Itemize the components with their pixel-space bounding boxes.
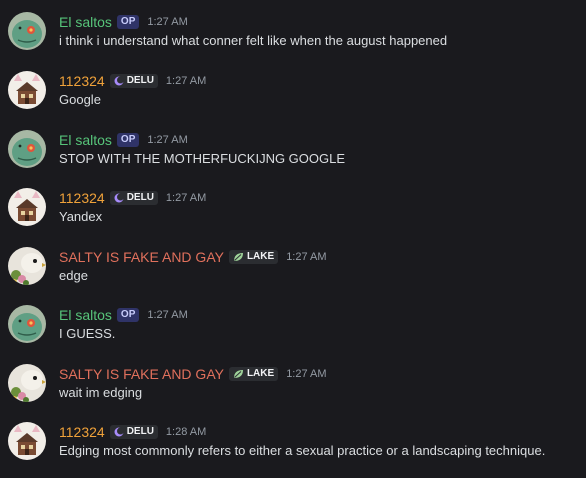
bird-flowers-avatar-icon: [8, 247, 46, 285]
guild-tag[interactable]: LAKE: [228, 367, 279, 381]
dino-avatar-icon: [8, 12, 46, 50]
username[interactable]: El saltos: [59, 132, 112, 148]
guild-tag[interactable]: DELU: [109, 425, 158, 439]
guild-tag-label: DELU: [126, 426, 154, 437]
avatar-salty[interactable]: [8, 364, 46, 402]
message-content: Yandex: [59, 209, 103, 224]
op-badge: OP: [116, 133, 140, 147]
bird-flowers-avatar-icon: [8, 364, 46, 402]
username[interactable]: SALTY IS FAKE AND GAY: [59, 249, 224, 265]
username[interactable]: 112324: [59, 190, 105, 206]
username[interactable]: 112324: [59, 73, 105, 89]
message: El saltos OP 1:27 AM i think i understan…: [0, 12, 586, 70]
username[interactable]: El saltos: [59, 307, 112, 323]
message-content: edge: [59, 268, 88, 283]
message-content: STOP WITH THE MOTHERFUCKIJNG GOOGLE: [59, 151, 346, 166]
message: El saltos OP 1:27 AM I GUESS.: [0, 305, 586, 363]
guild-tag[interactable]: DELU: [109, 74, 158, 88]
moon-icon: [114, 427, 124, 437]
dino-avatar-icon: [8, 305, 46, 343]
message-content: I GUESS.: [59, 326, 116, 341]
timestamp: 1:27 AM: [286, 368, 327, 380]
guild-tag-label: DELU: [126, 75, 154, 86]
house-cat-avatar-icon: [8, 71, 46, 109]
timestamp: 1:27 AM: [147, 16, 188, 28]
message-content: i think i understand what conner felt li…: [59, 33, 448, 48]
message: 112324 DELU 1:27 AM Google: [0, 71, 586, 129]
avatar-112324[interactable]: [8, 71, 46, 109]
house-cat-avatar-icon: [8, 188, 46, 226]
avatar-112324[interactable]: [8, 422, 46, 460]
timestamp: 1:27 AM: [147, 134, 188, 146]
op-badge: OP: [116, 308, 140, 322]
timestamp: 1:27 AM: [165, 192, 207, 204]
timestamp: 1:27 AM: [286, 251, 327, 263]
guild-tag[interactable]: LAKE: [228, 250, 279, 264]
timestamp: 1:27 AM: [147, 309, 188, 321]
timestamp: 1:27 AM: [165, 75, 207, 87]
avatar-el-saltos[interactable]: [8, 12, 46, 50]
message-content: wait im edging: [59, 385, 143, 400]
leaf-icon: [233, 370, 243, 378]
username[interactable]: 112324: [59, 424, 105, 440]
message: SALTY IS FAKE AND GAY LAKE 1:27 AM wait …: [0, 364, 586, 422]
avatar-salty[interactable]: [8, 247, 46, 285]
moon-icon: [114, 193, 124, 203]
message-content: Edging most commonly refers to either a …: [59, 443, 546, 458]
avatar-112324[interactable]: [8, 188, 46, 226]
guild-tag-label: LAKE: [246, 368, 275, 379]
guild-tag-label: DELU: [126, 192, 154, 203]
message: 112324 DELU 1:27 AM Yandex: [0, 188, 586, 246]
message: SALTY IS FAKE AND GAY LAKE 1:27 AM edge: [0, 247, 586, 305]
avatar-el-saltos[interactable]: [8, 305, 46, 343]
message: El saltos OP 1:27 AM STOP WITH THE MOTHE…: [0, 130, 586, 188]
moon-icon: [114, 76, 124, 86]
avatar-el-saltos[interactable]: [8, 130, 46, 168]
guild-tag[interactable]: DELU: [109, 191, 158, 205]
username[interactable]: SALTY IS FAKE AND GAY: [59, 366, 224, 382]
timestamp: 1:28 AM: [165, 426, 207, 438]
guild-tag-label: LAKE: [246, 251, 275, 262]
op-badge: OP: [116, 15, 140, 29]
message: 112324 DELU 1:28 AM Edging most commonly…: [0, 422, 586, 478]
message-content: Google: [59, 92, 101, 107]
house-cat-avatar-icon: [8, 422, 46, 460]
dino-avatar-icon: [8, 130, 46, 168]
leaf-icon: [233, 253, 243, 261]
username[interactable]: El saltos: [59, 14, 112, 30]
